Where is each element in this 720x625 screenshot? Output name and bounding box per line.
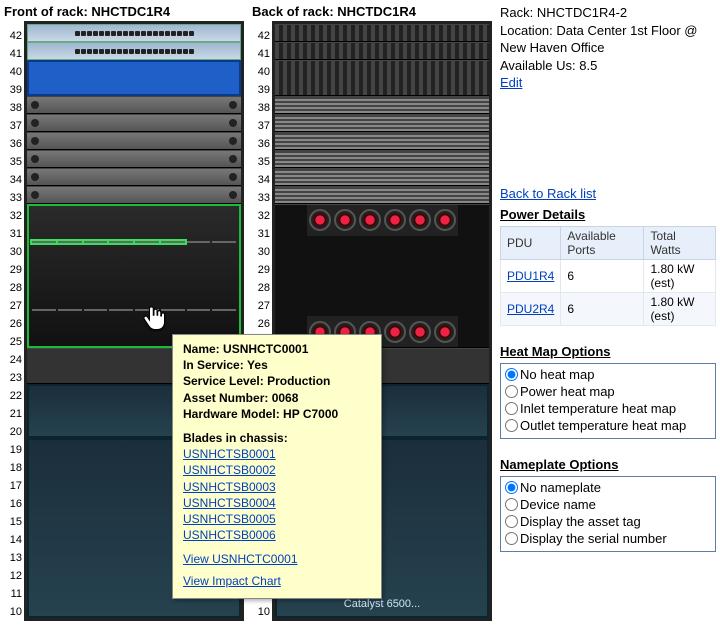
heatmap-label: No heat map: [520, 367, 594, 382]
edit-link[interactable]: Edit: [500, 75, 522, 90]
tt-hw-label: Hardware Model:: [183, 407, 280, 421]
device-blade-chassis[interactable]: [27, 204, 241, 348]
pdu-row: PDU1R4 61.80 kW (est): [501, 259, 716, 292]
pdu-link[interactable]: PDU2R4: [507, 302, 554, 316]
heatmap-radio[interactable]: [505, 385, 518, 398]
nameplate-option[interactable]: No nameplate: [505, 479, 711, 496]
meta-loc-label: Location:: [500, 23, 553, 38]
heatmap-label: Power heat map: [520, 384, 615, 399]
nameplate-label: Display the serial number: [520, 531, 667, 546]
pdu-ports: 6: [561, 259, 644, 292]
tt-name-label: Name:: [183, 342, 220, 356]
col-watts: Total Watts: [644, 226, 716, 259]
col-pdu: PDU: [501, 226, 561, 259]
device-switch[interactable]: [27, 24, 241, 42]
heatmap-label: Inlet temperature heat map: [520, 401, 676, 416]
meta-avail: 8.5: [579, 58, 597, 73]
heatmap-option[interactable]: Outlet temperature heat map: [505, 417, 711, 434]
heatmap-options: No heat map Power heat map Inlet temperatu…: [500, 363, 716, 439]
back-to-list-link[interactable]: Back to Rack list: [500, 186, 596, 201]
meta-avail-label: Available Us:: [500, 58, 576, 73]
heatmap-heading: Heat Map Options: [500, 344, 716, 359]
device-appliance-rear[interactable]: [275, 60, 489, 96]
pdu-watts: 1.80 kW (est): [644, 259, 716, 292]
device-switch-rear[interactable]: [275, 42, 489, 60]
device-1u-rear[interactable]: [275, 114, 489, 132]
tt-blade-link[interactable]: USNHCTSB0002: [183, 462, 371, 478]
tt-view-device-link[interactable]: View USNHCTC0001: [183, 551, 371, 567]
tt-inservice: Yes: [247, 358, 268, 372]
device-1u[interactable]: [27, 150, 241, 168]
nameplate-label: Device name: [520, 497, 596, 512]
device-1u-rear[interactable]: [275, 168, 489, 186]
tt-blade-link[interactable]: USNHCTSB0003: [183, 479, 371, 495]
meta-rack-label: Rack:: [500, 5, 533, 20]
nameplate-radio[interactable]: [505, 498, 518, 511]
tt-sl-label: Service Level:: [183, 374, 264, 388]
tt-name: USNHCTC0001: [223, 342, 308, 356]
heatmap-radio[interactable]: [505, 419, 518, 432]
tt-asset: 0068: [272, 391, 299, 405]
device-1u[interactable]: [27, 114, 241, 132]
tt-blade-link[interactable]: USNHCTSB0005: [183, 511, 371, 527]
device-label: Catalyst 6500...: [344, 598, 420, 610]
device-1u[interactable]: [27, 186, 241, 204]
tt-blade-link[interactable]: USNHCTSB0004: [183, 495, 371, 511]
tt-view-impact-link[interactable]: View Impact Chart: [183, 573, 371, 589]
tt-blade-link[interactable]: USNHCTSB0001: [183, 446, 371, 462]
tt-blades-label: Blades in chassis:: [183, 431, 288, 445]
meta-rack: NHCTDC1R4-2: [537, 5, 627, 20]
device-1u[interactable]: [27, 168, 241, 186]
nameplate-radio[interactable]: [505, 515, 518, 528]
nameplate-option[interactable]: Device name: [505, 496, 711, 513]
device-1u-rear[interactable]: [275, 132, 489, 150]
device-1u-rear[interactable]: [275, 150, 489, 168]
nameplate-radio[interactable]: [505, 532, 518, 545]
heatmap-option[interactable]: Power heat map: [505, 383, 711, 400]
device-appliance-blue[interactable]: [27, 60, 241, 96]
nameplate-radio[interactable]: [505, 481, 518, 494]
u-labels-front: 1011121314151617181920212223242526272829…: [4, 21, 24, 621]
power-details-heading: Power Details: [500, 207, 716, 222]
nameplate-options: No nameplate Device name Display the asset…: [500, 476, 716, 552]
pdu-ports: 6: [561, 292, 644, 325]
tt-blade-link[interactable]: USNHCTSB0006: [183, 527, 371, 543]
heatmap-radio[interactable]: [505, 402, 518, 415]
device-tooltip: Name: USNHCTC0001 In Service: Yes Servic…: [172, 334, 382, 599]
device-switch[interactable]: [27, 42, 241, 60]
nameplate-label: No nameplate: [520, 480, 601, 495]
device-1u[interactable]: [27, 96, 241, 114]
nameplate-option[interactable]: Display the serial number: [505, 530, 711, 547]
heatmap-label: Outlet temperature heat map: [520, 418, 686, 433]
nameplate-heading: Nameplate Options: [500, 457, 716, 472]
pdu-link[interactable]: PDU1R4: [507, 269, 554, 283]
col-ports: Available Ports: [561, 226, 644, 259]
device-switch-rear[interactable]: [275, 24, 489, 42]
front-rack-title: Front of rack: NHCTDC1R4: [4, 4, 244, 19]
tt-sl: Production: [267, 374, 330, 388]
tt-hw: HP C7000: [283, 407, 338, 421]
heatmap-option[interactable]: Inlet temperature heat map: [505, 400, 711, 417]
device-1u[interactable]: [27, 132, 241, 150]
heatmap-radio[interactable]: [505, 368, 518, 381]
pdu-watts: 1.80 kW (est): [644, 292, 716, 325]
pdu-row: PDU2R4 61.80 kW (est): [501, 292, 716, 325]
heatmap-option[interactable]: No heat map: [505, 366, 711, 383]
back-rack-title: Back of rack: NHCTDC1R4: [252, 4, 492, 19]
device-1u-rear[interactable]: [275, 96, 489, 114]
nameplate-label: Display the asset tag: [520, 514, 641, 529]
device-blade-chassis-rear[interactable]: [275, 204, 489, 348]
tt-asset-label: Asset Number:: [183, 391, 268, 405]
tt-inservice-label: In Service:: [183, 358, 244, 372]
power-table: PDU Available Ports Total Watts PDU1R4 61…: [500, 226, 716, 326]
device-1u-rear[interactable]: [275, 186, 489, 204]
nameplate-option[interactable]: Display the asset tag: [505, 513, 711, 530]
